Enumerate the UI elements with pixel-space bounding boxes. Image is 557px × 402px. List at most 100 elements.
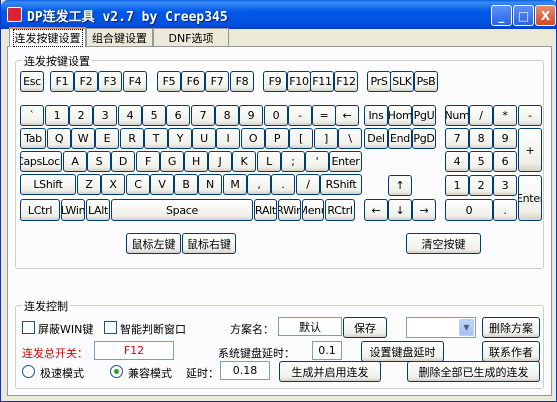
numpad-plus-key[interactable]: + xyxy=(518,128,542,172)
key-row2-1[interactable]: Q xyxy=(47,128,71,149)
key-row4-6[interactable]: N xyxy=(198,174,222,195)
numpad-row1-2[interactable]: * xyxy=(493,105,517,126)
key-fn-2[interactable]: F2 xyxy=(74,71,98,92)
numpad-row4-0[interactable]: 1 xyxy=(445,175,469,196)
key-fn-7[interactable]: F7 xyxy=(205,71,229,92)
key-row5-6[interactable]: Menu xyxy=(302,199,324,221)
key-row3-3[interactable]: D xyxy=(111,151,135,172)
set-sys-delay-button[interactable]: 设置键盘延时 xyxy=(361,341,444,362)
scheme-dropdown[interactable]: ▼ xyxy=(406,317,476,338)
key-row4-8[interactable]: , xyxy=(247,174,271,195)
delay-field[interactable]: 0.18 xyxy=(220,361,270,380)
key-nav2-0[interactable]: Del xyxy=(364,128,388,149)
key-row5-4[interactable]: RAlt xyxy=(254,199,277,221)
numpad-row1-1[interactable]: / xyxy=(469,105,493,126)
key-row4-11[interactable]: RShift xyxy=(320,174,362,195)
key-row2-4[interactable]: R xyxy=(120,128,144,149)
key-row4-1[interactable]: Z xyxy=(77,174,101,195)
key-row2-5[interactable]: T xyxy=(144,128,168,149)
clear-keys-button[interactable]: 清空按键 xyxy=(406,233,481,254)
arrow-down-key[interactable]: ↓ xyxy=(388,199,412,221)
chevron-down-icon[interactable]: ▼ xyxy=(459,319,474,336)
key-row4-2[interactable]: X xyxy=(101,174,125,195)
key-fn-14[interactable]: SLK xyxy=(390,71,414,92)
tab-combo-keys[interactable]: 组合键设置 xyxy=(86,28,153,47)
key-row2-0[interactable]: Tab xyxy=(20,128,46,149)
key-row3-1[interactable]: A xyxy=(63,151,87,172)
numpad-row3-0[interactable]: 4 xyxy=(445,151,469,172)
key-row3-4[interactable]: F xyxy=(136,151,160,172)
key-row3-7[interactable]: J xyxy=(208,151,232,172)
key-nav1-0[interactable]: Ins xyxy=(364,105,388,126)
title-bar[interactable]: DP连发工具 v2.7 by Creep345 _ □ X xyxy=(1,0,556,29)
mode-extreme-radio[interactable] xyxy=(22,365,35,378)
numpad-zero-key[interactable]: 0 xyxy=(445,199,493,221)
key-fn-6[interactable]: F6 xyxy=(181,71,205,92)
key-row1-10[interactable]: 0 xyxy=(264,105,288,126)
key-row1-13[interactable]: ← xyxy=(335,105,359,126)
master-switch-field[interactable]: F12 xyxy=(94,341,174,360)
key-row2-12[interactable]: ] xyxy=(314,128,338,149)
key-fn-11[interactable]: F11 xyxy=(310,71,334,92)
key-row3-11[interactable]: ' xyxy=(305,151,329,172)
key-row1-4[interactable]: 4 xyxy=(118,105,142,126)
key-row2-3[interactable]: E xyxy=(95,128,119,149)
key-row1-5[interactable]: 5 xyxy=(142,105,166,126)
key-row3-0[interactable]: CapsLock xyxy=(20,151,62,172)
key-row4-10[interactable]: / xyxy=(296,174,320,195)
arrow-right-key[interactable]: → xyxy=(412,199,436,221)
key-fn-8[interactable]: F8 xyxy=(230,71,254,92)
key-row2-13[interactable]: \ xyxy=(338,128,362,149)
tab-dnf-options[interactable]: DNF选项 xyxy=(153,28,229,47)
key-row1-0[interactable]: ` xyxy=(20,105,44,126)
generate-button[interactable]: 生成并启用连发 xyxy=(279,361,381,382)
key-row1-2[interactable]: 2 xyxy=(69,105,93,126)
numpad-row2-0[interactable]: 7 xyxy=(445,128,469,149)
key-row4-5[interactable]: B xyxy=(174,174,198,195)
key-row3-6[interactable]: H xyxy=(184,151,208,172)
key-row1-1[interactable]: 1 xyxy=(45,105,69,126)
key-row3-12[interactable]: Enter xyxy=(329,151,362,172)
key-row4-4[interactable]: V xyxy=(150,174,174,195)
key-fn-15[interactable]: PsB xyxy=(414,71,438,92)
minimize-button[interactable]: _ xyxy=(491,5,512,26)
key-row1-6[interactable]: 6 xyxy=(166,105,190,126)
key-row5-5[interactable]: RWin xyxy=(278,199,301,221)
key-fn-4[interactable]: F4 xyxy=(123,71,147,92)
numpad-row2-2[interactable]: 9 xyxy=(493,128,517,149)
key-row2-8[interactable]: I xyxy=(216,128,240,149)
numpad-dot-key[interactable]: . xyxy=(493,199,517,221)
key-row4-9[interactable]: . xyxy=(271,174,295,195)
mouse-left-button[interactable]: 鼠标左键 xyxy=(126,233,181,254)
key-row2-9[interactable]: O xyxy=(241,128,265,149)
key-row1-8[interactable]: 8 xyxy=(215,105,239,126)
key-row2-10[interactable]: P xyxy=(265,128,289,149)
key-row3-10[interactable]: ; xyxy=(281,151,305,172)
key-row5-3[interactable]: Space xyxy=(111,199,253,221)
key-nav2-1[interactable]: End xyxy=(388,128,412,149)
delete-all-button[interactable]: 删除全部已生成的连发 xyxy=(407,361,540,382)
numpad-row4-2[interactable]: 3 xyxy=(493,175,517,196)
key-fn-3[interactable]: F3 xyxy=(98,71,122,92)
key-row1-7[interactable]: 7 xyxy=(191,105,215,126)
mouse-right-button[interactable]: 鼠标右键 xyxy=(182,233,236,254)
scheme-name-field[interactable]: 默认 xyxy=(278,317,342,336)
key-row5-7[interactable]: RCtrl xyxy=(325,199,355,221)
arrow-left-key[interactable]: ← xyxy=(364,199,388,221)
key-nav1-2[interactable]: PgU xyxy=(412,105,436,126)
numpad-row4-1[interactable]: 2 xyxy=(469,175,493,196)
key-row2-11[interactable]: [ xyxy=(289,128,313,149)
key-row1-11[interactable]: - xyxy=(288,105,312,126)
save-button[interactable]: 保存 xyxy=(343,317,387,338)
key-nav2-2[interactable]: PgD xyxy=(412,128,436,149)
delete-scheme-button[interactable]: 删除方案 xyxy=(482,317,540,338)
close-button[interactable]: X xyxy=(535,5,556,26)
contact-author-button[interactable]: 联系作者 xyxy=(482,341,540,362)
key-row3-9[interactable]: L xyxy=(257,151,281,172)
sys-delay-field[interactable]: 0.1 xyxy=(312,341,342,360)
key-fn-0[interactable]: Esc xyxy=(20,71,44,92)
key-row2-7[interactable]: U xyxy=(192,128,216,149)
key-fn-1[interactable]: F1 xyxy=(50,71,74,92)
numpad-row3-2[interactable]: 6 xyxy=(493,151,517,172)
arrow-up-key[interactable]: ↑ xyxy=(388,175,412,196)
